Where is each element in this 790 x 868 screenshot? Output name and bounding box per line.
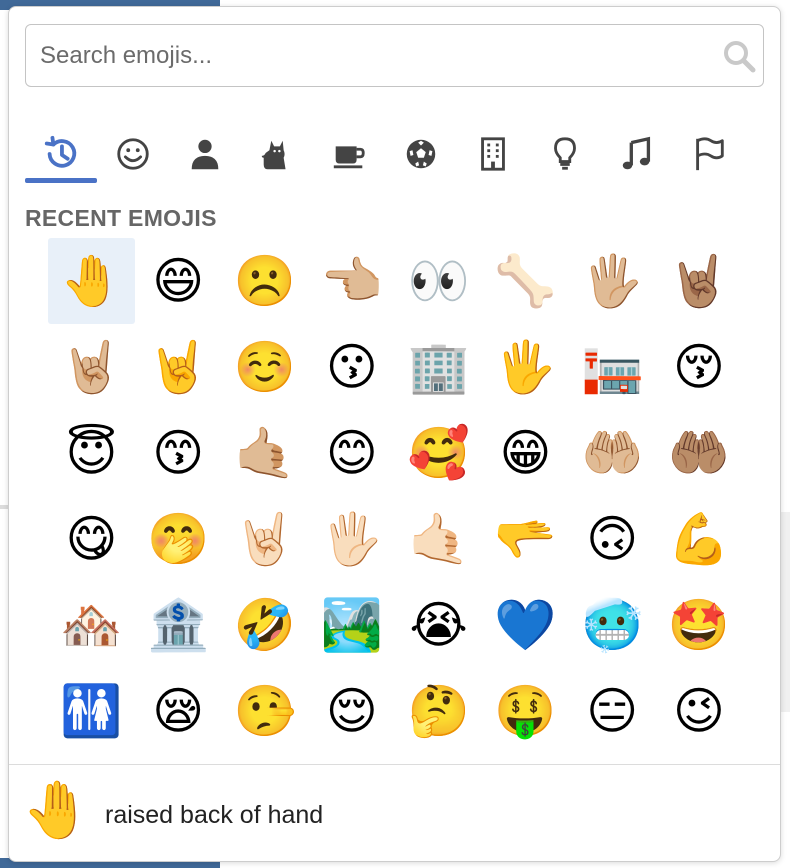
- emoji-button[interactable]: 🚻: [48, 668, 135, 754]
- emoji-button[interactable]: 🏣: [569, 324, 656, 410]
- music-note-icon: [622, 136, 651, 170]
- emoji-button[interactable]: 🤘🏽: [656, 238, 743, 324]
- emoji-picker: RECENT EMOJIS 🤚😄☹️👈🏼👀🦴🖐🏼🤘🏽🤘🏼🤘☺️😗🏢🖐️🏣😚😇😙🤙…: [8, 6, 781, 862]
- flag-icon: [696, 137, 724, 171]
- category-tabs: [25, 125, 764, 187]
- preview-name: raised back of hand: [105, 801, 324, 829]
- emoji-button[interactable]: 🤭: [135, 496, 222, 582]
- tab-symbols[interactable]: [601, 125, 673, 183]
- emoji-button[interactable]: 🏦: [135, 582, 222, 668]
- emoji-button[interactable]: 🤘: [135, 324, 222, 410]
- emoji-button[interactable]: 💪: [656, 496, 743, 582]
- background-panel: [781, 512, 790, 712]
- tab-recent[interactable]: [25, 125, 97, 183]
- emoji-button[interactable]: 🙃: [569, 496, 656, 582]
- emoji-button[interactable]: 😊: [308, 410, 395, 496]
- building-icon: [481, 137, 505, 171]
- search-box: [25, 24, 764, 87]
- emoji-button[interactable]: 😋: [48, 496, 135, 582]
- emoji-button[interactable]: 🤩: [656, 582, 743, 668]
- emoji-button[interactable]: 🖐🏼: [569, 238, 656, 324]
- emoji-button[interactable]: 🖐🏻: [308, 496, 395, 582]
- emoji-button[interactable]: 😄: [135, 238, 222, 324]
- emoji-button[interactable]: 🤙🏼: [222, 410, 309, 496]
- preview-emoji: 🤚: [22, 778, 92, 843]
- smiley-icon: [117, 138, 149, 170]
- emoji-button[interactable]: ☹️: [222, 238, 309, 324]
- emoji-grid: 🤚 😄 ☹️ 👈🏼 👀 🦴 🖐🏼 🤘🏽 🤘🏼 🤘 ☺️ 😗 🏢 🖐️ 🏣 😚 😇 😙 🤙🏼 😊 🥰 😁 🤲🏼 🤲🏽 😋 🤭 🤘🏻 🖐🏻…: [48, 238, 748, 754]
- emoji-button[interactable]: 😗: [308, 324, 395, 410]
- cat-icon: [261, 140, 286, 170]
- emoji-button[interactable]: 🤣: [222, 582, 309, 668]
- tab-food[interactable]: [313, 125, 385, 183]
- emoji-button[interactable]: 😭: [395, 582, 482, 668]
- tab-animals[interactable]: [241, 125, 313, 183]
- emoji-button[interactable]: 🖐️: [482, 324, 569, 410]
- soccer-ball-icon: [406, 139, 436, 169]
- lightbulb-icon: [554, 137, 576, 170]
- emoji-button[interactable]: 😑: [569, 668, 656, 754]
- emoji-button[interactable]: 🏢: [395, 324, 482, 410]
- emoji-button[interactable]: 😙: [135, 410, 222, 496]
- search-input[interactable]: [26, 25, 715, 86]
- person-icon: [191, 139, 219, 170]
- emoji-button[interactable]: 🥰: [395, 410, 482, 496]
- section-title: RECENT EMOJIS: [25, 205, 217, 231]
- emoji-button[interactable]: 😉: [656, 668, 743, 754]
- clock-icon: [44, 135, 77, 168]
- emoji-button[interactable]: 🤘🏻: [222, 496, 309, 582]
- emoji-button[interactable]: 😁: [482, 410, 569, 496]
- emoji-button[interactable]: 🤥: [222, 668, 309, 754]
- emoji-button[interactable]: 🏞️: [308, 582, 395, 668]
- emoji-button[interactable]: 👈🏼: [308, 238, 395, 324]
- emoji-button[interactable]: 😇: [48, 410, 135, 496]
- preview-bar: 🤚 raised back of hand: [9, 764, 780, 862]
- emoji-button[interactable]: 🤑: [482, 668, 569, 754]
- emoji-button[interactable]: 😚: [656, 324, 743, 410]
- emoji-button[interactable]: ☺️: [222, 324, 309, 410]
- tab-activities[interactable]: [385, 125, 457, 183]
- emoji-button[interactable]: 🤙🏻: [395, 496, 482, 582]
- background-divider: [0, 505, 8, 509]
- emoji-button[interactable]: 🤘🏼: [48, 324, 135, 410]
- emoji-button[interactable]: 🦴: [482, 238, 569, 324]
- emoji-button[interactable]: 🤚: [48, 238, 135, 324]
- emoji-button[interactable]: 😌: [308, 668, 395, 754]
- tab-people[interactable]: [169, 125, 241, 183]
- emoji-button[interactable]: 🥶: [569, 582, 656, 668]
- emoji-button[interactable]: 🤲🏽: [656, 410, 743, 496]
- emoji-button[interactable]: 🤲🏼: [569, 410, 656, 496]
- coffee-icon: [333, 146, 365, 169]
- emoji-button[interactable]: 💙: [482, 582, 569, 668]
- emoji-button[interactable]: 🫳: [482, 496, 569, 582]
- emoji-button[interactable]: 😪: [135, 668, 222, 754]
- tab-flags[interactable]: [673, 125, 745, 183]
- emoji-button[interactable]: 🤔: [395, 668, 482, 754]
- tab-objects[interactable]: [529, 125, 601, 183]
- emoji-button[interactable]: 👀: [395, 238, 482, 324]
- emoji-button[interactable]: 🏘️: [48, 582, 135, 668]
- tab-places[interactable]: [457, 125, 529, 183]
- tab-smileys[interactable]: [97, 125, 169, 183]
- search-icon[interactable]: [715, 39, 763, 73]
